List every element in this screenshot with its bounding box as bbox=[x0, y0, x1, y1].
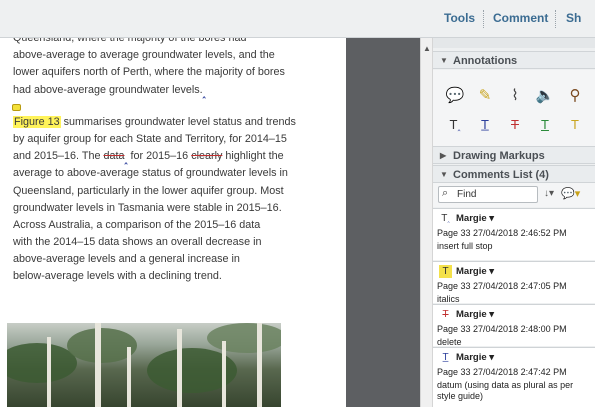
text-line: Figure 13 summarises groundwater level s… bbox=[13, 115, 296, 128]
insert-text-icon[interactable]: T‸ bbox=[445, 116, 465, 134]
comment-item[interactable]: T Margie ▾ Page 33 27/04/2018 2:47:05 PM… bbox=[433, 261, 595, 304]
sticky-note-icon[interactable]: 💬 bbox=[445, 87, 465, 105]
comment-pane: ▼ Annotations 💬 ✎ ⌇ 🔈 ⚲ T‸ T̲ T T T ▶ Dr… bbox=[433, 38, 595, 407]
strikethrough-icon[interactable]: T bbox=[505, 116, 525, 134]
document-page[interactable]: Queensland, where the majority of the bo… bbox=[0, 38, 346, 407]
highlight-icon: T bbox=[439, 265, 452, 278]
pane-header-strip bbox=[433, 38, 595, 48]
comment-button[interactable]: Comment bbox=[493, 11, 548, 25]
drawing-markups-section-header[interactable]: ▶ Drawing Markups bbox=[433, 146, 595, 164]
insert-caret-mark[interactable]: ‸ bbox=[124, 154, 127, 164]
struck-text[interactable]: data bbox=[103, 150, 124, 162]
insert-text-icon: T‸ bbox=[441, 213, 450, 224]
collapse-triangle-icon: ▼ bbox=[440, 170, 448, 179]
comment-body[interactable]: insert full stop bbox=[437, 241, 592, 252]
comment-author[interactable]: Margie ▾ bbox=[456, 213, 494, 224]
annotation-tools-panel: 💬 ✎ ⌇ 🔈 ⚲ T‸ T̲ T T T bbox=[433, 70, 595, 150]
comment-meta: Page 33 27/04/2018 2:47:05 PM bbox=[437, 281, 567, 291]
stamp-icon[interactable]: ⚲ bbox=[565, 87, 585, 105]
text-line: above-average to average groundwater lev… bbox=[13, 49, 275, 62]
comments-search-row: ⌕ Find ↓▾ 💬▾ bbox=[433, 183, 595, 207]
annotations-section-header[interactable]: ▼ Annotations bbox=[433, 51, 595, 69]
text-line: groundwater levels in Tasmania were stab… bbox=[13, 201, 282, 214]
highlight-text-icon[interactable]: ✎ bbox=[475, 87, 495, 105]
collapse-triangle-icon: ▼ bbox=[440, 56, 448, 65]
vertical-scrollbar[interactable]: ▲ bbox=[420, 38, 433, 407]
text-line: below-average levels with a declining tr… bbox=[13, 270, 222, 283]
insert-caret-mark[interactable]: ‸ bbox=[203, 88, 206, 98]
replace-text-icon[interactable]: T̲ bbox=[475, 116, 495, 134]
comment-author[interactable]: Margie ▾ bbox=[456, 352, 494, 363]
strikethrough-icon: T bbox=[442, 309, 449, 320]
sort-icon[interactable]: ↓▾ bbox=[544, 188, 554, 199]
record-audio-icon[interactable]: 🔈 bbox=[535, 87, 555, 105]
comment-body[interactable]: datum (using data as plural as per style… bbox=[437, 380, 592, 402]
text-line: had above-average groundwater levels.‸ bbox=[13, 83, 206, 98]
tools-button[interactable]: Tools bbox=[444, 11, 475, 25]
toolbar-divider bbox=[555, 10, 556, 28]
find-input[interactable]: ⌕ Find bbox=[438, 186, 538, 203]
underline-icon[interactable]: T bbox=[535, 116, 555, 134]
share-button[interactable]: Sh bbox=[566, 11, 581, 25]
text-line: by aquifer group for each State and Terr… bbox=[13, 132, 287, 145]
add-note-to-text-icon[interactable]: T bbox=[565, 116, 585, 134]
text-line: Across Australia, a comparison of the 20… bbox=[13, 218, 261, 231]
filter-icon[interactable]: 💬▾ bbox=[561, 187, 580, 200]
scroll-up-icon[interactable]: ▲ bbox=[423, 44, 431, 53]
text-line: with the 2014–15 data shows an overall d… bbox=[13, 236, 262, 249]
comment-meta: Page 33 27/04/2018 2:48:00 PM bbox=[437, 324, 567, 334]
comment-item[interactable]: T̲ Margie ▾ Page 33 27/04/2018 2:47:42 P… bbox=[433, 347, 595, 407]
struck-text[interactable]: clearly bbox=[191, 150, 222, 162]
text-line: average to above-average status of groun… bbox=[13, 167, 288, 180]
comment-item[interactable]: T‸ Margie ▾ Page 33 27/04/2018 2:46:52 P… bbox=[433, 208, 595, 260]
text-line: lower aquifers north of Perth, where the… bbox=[13, 66, 285, 79]
text-line: above-average levels and a general incre… bbox=[13, 253, 240, 266]
text-line: Queensland, particularly in the lower aq… bbox=[13, 184, 284, 197]
toolbar-divider bbox=[483, 10, 484, 28]
comment-author[interactable]: Margie ▾ bbox=[456, 266, 494, 277]
comment-item[interactable]: T Margie ▾ Page 33 27/04/2018 2:48:00 PM… bbox=[433, 304, 595, 347]
document-photo bbox=[7, 323, 281, 407]
highlighted-text[interactable]: Figure 13 bbox=[13, 115, 61, 128]
replace-text-icon: T̲ bbox=[442, 352, 449, 363]
top-toolbar: Tools Comment Sh bbox=[0, 0, 595, 38]
comment-meta: Page 33 27/04/2018 2:46:52 PM bbox=[437, 228, 567, 238]
text-line: Queensland, where the majority of the bo… bbox=[13, 38, 247, 44]
comments-list-section-header[interactable]: ▼ Comments List (4) bbox=[433, 165, 595, 183]
comment-author[interactable]: Margie ▾ bbox=[456, 309, 494, 320]
page-gutter bbox=[346, 38, 420, 407]
comment-meta: Page 33 27/04/2018 2:47:42 PM bbox=[437, 367, 567, 377]
sticky-note-icon[interactable] bbox=[12, 104, 21, 111]
search-icon: ⌕ bbox=[442, 187, 449, 199]
document-text: Queensland, where the majority of the bo… bbox=[13, 38, 333, 286]
attach-file-icon[interactable]: ⌇ bbox=[505, 87, 525, 105]
text-line: and 2015–16. The data‸ for 2015–16 clear… bbox=[13, 150, 284, 165]
expand-triangle-icon: ▶ bbox=[440, 151, 447, 160]
